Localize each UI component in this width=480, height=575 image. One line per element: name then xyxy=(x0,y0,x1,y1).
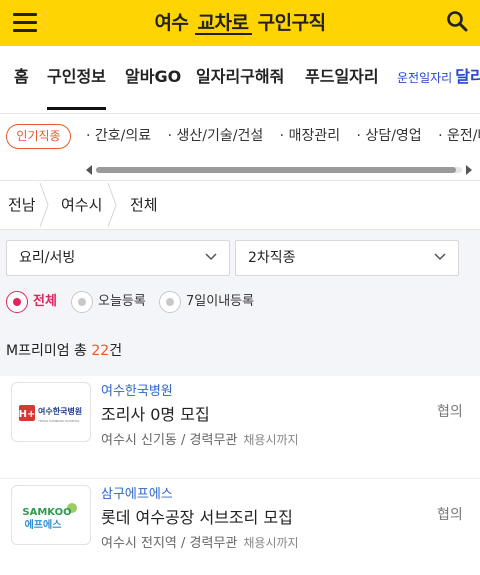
premium-prefix: M프리미엄 총 xyxy=(6,343,92,359)
job-title[interactable]: 조리사 0명 모집 xyxy=(101,401,210,425)
category-store-management[interactable]: · 매장관리 xyxy=(280,128,340,144)
tab-driving-jobs[interactable]: 운전일자리달리 xyxy=(397,46,480,113)
job-location: 여수시 신기동 / 경력무관 xyxy=(101,433,238,448)
tab-alba-go[interactable]: 알바GO xyxy=(125,46,181,113)
category-production[interactable]: · 생산/기술/건설 xyxy=(168,128,264,144)
popular-badge[interactable]: 인기직종 xyxy=(6,124,71,149)
tab-job-info[interactable]: 구인정보 xyxy=(47,46,106,113)
driving-jobs-brand: 달리 xyxy=(455,67,480,86)
chevron-down-icon xyxy=(434,253,446,261)
samkoo-logo-icon: SAMKOO 에프에스 xyxy=(22,503,77,531)
chevron-right-icon xyxy=(39,182,49,228)
logo-sub-text: YEOSU HANKOOK HOSPITAL xyxy=(38,419,80,423)
sub-category-select[interactable]: 2차직종 xyxy=(235,240,459,276)
hamburger-menu-icon[interactable] xyxy=(13,13,37,33)
scroll-right-arrow-icon[interactable] xyxy=(466,165,472,175)
company-name[interactable]: 삼구에프에스 xyxy=(101,483,173,502)
breadcrumb-province[interactable]: 전남 xyxy=(8,181,36,229)
scroll-left-arrow-icon[interactable] xyxy=(86,165,92,175)
premium-section-header: M프리미엄 총 22건 xyxy=(0,326,480,376)
tab-food-jobs[interactable]: 푸드일자리 xyxy=(305,46,379,113)
category-consulting-sales[interactable]: · 상담/영업 xyxy=(357,128,422,144)
breadcrumb-area[interactable]: 전체 xyxy=(130,181,158,229)
job-location: 여수시 전지역 / 경력무관 xyxy=(101,536,238,551)
main-nav-tabs: 홈 구인정보 알바GO 일자리구해줘 푸드일자리 운전일자리달리 xyxy=(0,46,480,114)
company-logo: SAMKOO 에프에스 xyxy=(11,485,91,545)
hospital-logo-icon: H+ 여수한국병원 YEOSU HANKOOK HOSPITAL xyxy=(19,405,82,423)
premium-suffix: 건 xyxy=(109,343,123,359)
radio-all-label: 전체 xyxy=(33,294,57,309)
radio-button xyxy=(159,291,181,313)
logo-service: 구인구직 xyxy=(257,12,326,34)
job-pay: 협의 xyxy=(437,404,463,420)
logo-name-text: 여수한국병원 xyxy=(38,406,82,416)
job-location-experience: 여수시 전지역 / 경력무관 채용시까지 xyxy=(101,532,299,551)
breadcrumb-city[interactable]: 여수시 xyxy=(61,181,102,229)
logo-brand: 교차로 xyxy=(194,13,252,35)
job-listing-card[interactable]: H+ 여수한국병원 YEOSU HANKOOK HOSPITAL 여수한국병원 … xyxy=(0,376,480,479)
job-deadline: 채용시까지 xyxy=(243,536,299,550)
chevron-down-icon xyxy=(205,253,217,261)
filter-panel: 요리/서빙 2차직종 전체 오늘등록 7일이내등록 xyxy=(0,230,480,326)
premium-count-text: M프리미엄 총 22건 xyxy=(6,340,122,360)
job-deadline: 채용시까지 xyxy=(243,433,299,447)
popular-category-list: · 간호/의료 · 생산/기술/건설 · 매장관리 · 상담/영업 · 운전/배… xyxy=(86,124,480,149)
search-icon[interactable] xyxy=(446,10,468,32)
company-logo: H+ 여수한국병원 YEOSU HANKOOK HOSPITAL xyxy=(11,382,91,442)
job-listing-card[interactable]: SAMKOO 에프에스 삼구에프에스 롯데 여수공장 서브조리 모집 여수시 전… xyxy=(0,479,480,575)
logo-region: 여수 xyxy=(154,12,189,34)
premium-count: 22 xyxy=(91,343,110,359)
job-category-value: 요리/서빙 xyxy=(19,250,76,266)
tab-find-job[interactable]: 일자리구해줘 xyxy=(196,46,284,113)
breadcrumb: 전남 여수시 전체 xyxy=(0,180,480,230)
job-location-experience: 여수시 신기동 / 경력무관 채용시까지 xyxy=(101,429,299,448)
driving-jobs-label: 운전일자리 xyxy=(397,71,453,85)
logo-mark-text: H+ xyxy=(19,409,36,420)
logo-name-text: 에프에스 xyxy=(25,518,62,531)
site-logo[interactable]: 여수 교차로 구인구직 xyxy=(0,0,480,46)
job-pay: 협의 xyxy=(437,507,463,523)
sub-category-value: 2차직종 xyxy=(248,250,296,266)
chevron-right-icon xyxy=(107,182,117,228)
radio-7days-label: 7일이내등록 xyxy=(186,294,255,309)
logo-mark-text: SAMKOO xyxy=(22,507,71,518)
radio-today-label: 오늘등록 xyxy=(98,294,146,309)
menu-bar xyxy=(13,29,37,32)
job-title[interactable]: 롯데 여수공장 서브조리 모집 xyxy=(101,504,293,528)
top-header: 여수 교차로 구인구직 xyxy=(0,0,480,46)
menu-bar xyxy=(13,21,37,24)
job-category-select[interactable]: 요리/서빙 xyxy=(6,240,230,276)
category-nursing[interactable]: · 간호/의료 xyxy=(86,128,151,144)
radio-button xyxy=(6,291,28,313)
company-name[interactable]: 여수한국병원 xyxy=(101,380,173,399)
horizontal-scrollbar-thumb[interactable] xyxy=(96,167,456,173)
radio-button xyxy=(71,291,93,313)
tab-home[interactable]: 홈 xyxy=(14,46,29,113)
category-driving-delivery[interactable]: · 운전/배달 xyxy=(438,128,480,144)
menu-bar xyxy=(13,13,37,16)
